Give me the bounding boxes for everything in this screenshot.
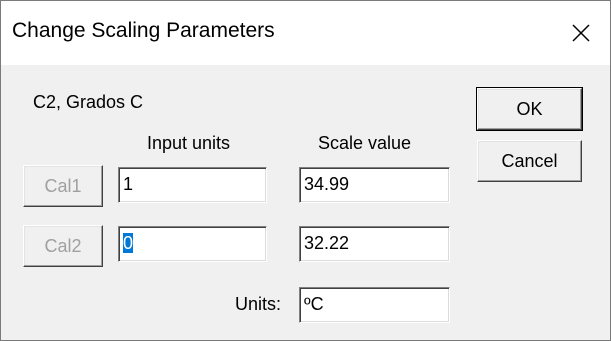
channel-label: C2, Grados C bbox=[33, 92, 144, 112]
close-button[interactable] bbox=[552, 1, 610, 65]
dialog-body: C2, Grados C Input units Scale value Cal… bbox=[1, 65, 610, 340]
cal2-input-units-value: 0 bbox=[123, 233, 134, 253]
cal1-button[interactable]: Cal1 bbox=[23, 165, 103, 207]
cal2-scale-value-field[interactable]: 32.22 bbox=[299, 226, 450, 262]
cal1-input-units-field[interactable]: 1 bbox=[118, 167, 267, 203]
dialog-title: Change Scaling Parameters bbox=[12, 19, 275, 42]
title-bar: Change Scaling Parameters bbox=[1, 1, 610, 65]
cancel-button[interactable]: Cancel bbox=[477, 140, 582, 182]
scale-value-header: Scale value bbox=[318, 133, 412, 153]
cal2-input-units-field[interactable]: 0 bbox=[118, 226, 267, 262]
ok-button[interactable]: OK bbox=[476, 87, 583, 131]
change-scaling-dialog: Change Scaling Parameters C2, Grados C I… bbox=[0, 0, 611, 341]
input-units-header: Input units bbox=[147, 133, 231, 153]
cal1-scale-value-field[interactable]: 34.99 bbox=[299, 167, 450, 203]
units-field[interactable]: ºC bbox=[299, 287, 450, 323]
close-icon bbox=[572, 24, 590, 42]
cal2-button[interactable]: Cal2 bbox=[23, 225, 103, 267]
cal1-input-units-value: 1 bbox=[123, 174, 134, 194]
units-label: Units: bbox=[235, 294, 282, 314]
cal1-scale-value-value: 34.99 bbox=[304, 174, 350, 194]
cal2-scale-value-value: 32.22 bbox=[304, 233, 350, 253]
units-value: ºC bbox=[304, 294, 324, 314]
